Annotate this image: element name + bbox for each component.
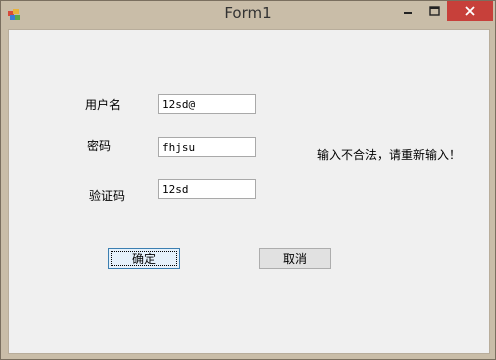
minimize-button[interactable] xyxy=(395,1,421,21)
focus-rectangle xyxy=(111,251,177,266)
form-client-area: 用户名 密码 验证码 输入不合法，请重新输入！ 确定 取消 xyxy=(8,29,490,354)
form1-window: Form1 用户名 密码 验证码 输入不合法，请重新输入！ 确定 xyxy=(0,0,496,360)
ok-button[interactable]: 确定 xyxy=(108,248,180,269)
password-field[interactable] xyxy=(158,137,256,157)
minimize-icon xyxy=(403,6,413,16)
title-bar[interactable]: Form1 xyxy=(1,1,495,29)
cancel-button[interactable]: 取消 xyxy=(259,248,331,269)
maximize-button[interactable] xyxy=(421,1,447,21)
captcha-label: 验证码 xyxy=(89,189,126,203)
error-message: 输入不合法，请重新输入！ xyxy=(317,148,462,162)
close-button[interactable] xyxy=(447,1,493,21)
captcha-field[interactable] xyxy=(158,179,256,199)
maximize-icon xyxy=(428,6,440,16)
username-label: 用户名 xyxy=(85,98,122,112)
close-icon xyxy=(465,6,475,16)
username-field[interactable] xyxy=(158,94,256,114)
password-label: 密码 xyxy=(87,139,112,153)
cancel-button-label: 取消 xyxy=(282,252,307,266)
